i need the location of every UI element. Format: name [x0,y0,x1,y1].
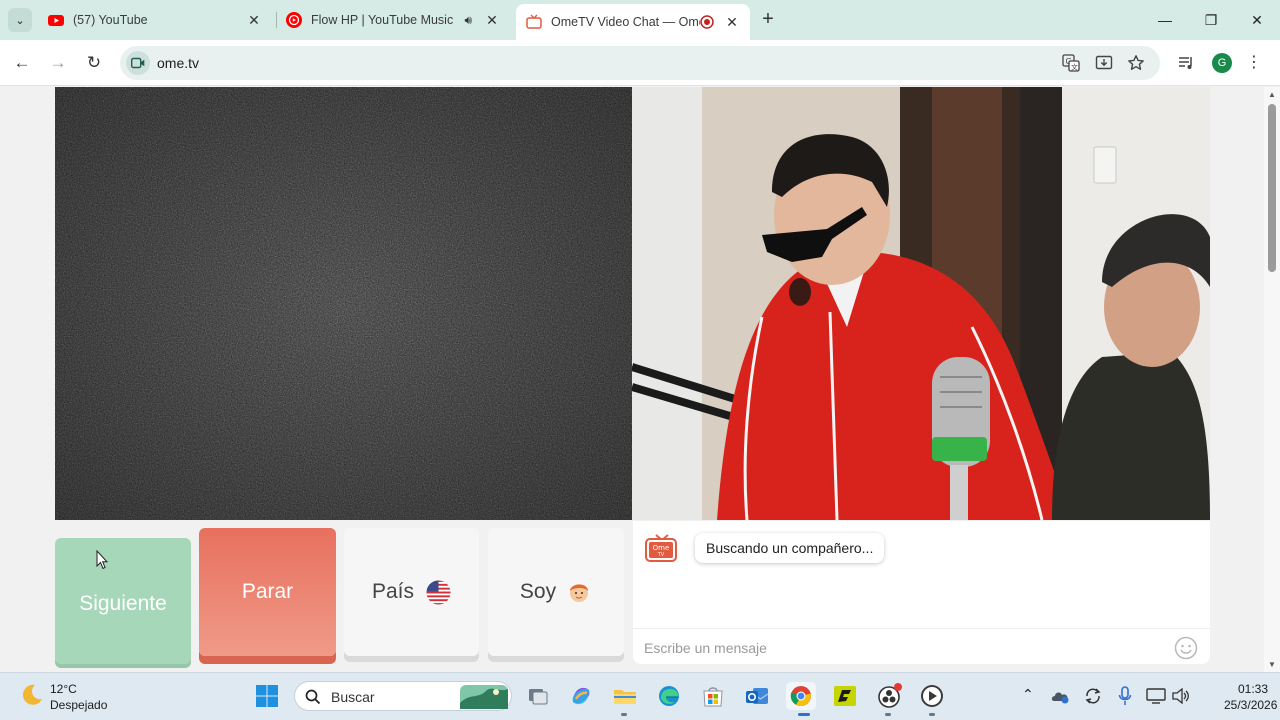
ometv-icon [526,14,542,29]
webcam-image [632,87,1210,520]
reload-icon: ↻ [86,53,102,72]
new-tab-button[interactable]: + [758,8,778,32]
scrollbar-thumb[interactable] [1268,104,1276,272]
file-explorer-icon[interactable] [611,682,639,710]
recording-icon [700,15,714,29]
tab-title: OmeTV Video Chat — Ome [551,15,700,29]
youtube-music-icon [286,12,302,28]
media-player-icon[interactable] [918,682,946,710]
obs-icon[interactable] [875,682,903,710]
volume-icon[interactable] [1172,688,1190,704]
self-camera-video [632,87,1210,520]
close-tab-icon[interactable]: ✕ [246,12,262,29]
tab-ometv[interactable]: OmeTV Video Chat — Ome ✕ [516,4,750,40]
message-input[interactable] [644,637,1164,659]
close-tab-icon[interactable]: ✕ [484,12,500,29]
restore-button[interactable]: ❐ [1188,8,1234,32]
stranger-video [55,87,632,520]
gender-button-label: Soy [519,580,557,603]
chat-status-bubble: Buscando un compañero... [695,533,885,563]
forward-button[interactable]: → [46,51,70,75]
boy-emoji-icon [570,584,589,602]
sync-icon[interactable] [1084,687,1102,705]
tab-search-button[interactable]: ⌄ [8,8,32,32]
microsoft-store-icon[interactable] [699,682,727,710]
gender-button[interactable]: Soy [488,528,624,656]
task-view-icon[interactable] [524,682,552,710]
chrome-icon[interactable] [787,682,815,710]
svg-text:文: 文 [1071,63,1078,72]
player-open-indicator [929,713,935,716]
copilot-icon[interactable] [567,682,595,710]
chrome-active-indicator [798,713,810,716]
weather-widget[interactable]: 12°C Despejado [20,680,160,714]
arrow-right-icon: → [49,53,67,72]
clock-time: 01:33 [1237,682,1268,696]
close-tab-icon[interactable]: ✕ [724,14,740,31]
country-button-label: País [371,580,415,603]
video-camera-icon [131,57,145,69]
network-icon[interactable] [1146,688,1166,704]
close-window-button[interactable]: ✕ [1234,8,1280,32]
tab-youtube[interactable]: (57) YouTube ✕ [38,4,272,36]
reload-button[interactable]: ↻ [82,51,106,75]
translate-icon[interactable]: G文 [1060,52,1082,74]
chat-divider [633,628,1210,629]
tab-youtube-music[interactable]: Flow HP | YouTube Music 🔊︎ ✕ [276,4,510,36]
more-menu-icon[interactable]: ⋮ [1246,52,1262,74]
microphone-icon[interactable] [1118,686,1132,706]
ometv-logo-icon: Ome TV [645,534,677,562]
media-control-icon[interactable] [1175,52,1197,74]
install-app-icon[interactable] [1093,52,1115,74]
svg-text:TV: TV [657,552,665,558]
next-button-label: Siguiente [79,592,167,615]
system-clock[interactable]: 01:33 25/3/2026 [1224,681,1278,713]
clock-date: 25/3/2026 [1224,698,1278,712]
onedrive-icon[interactable] [1050,688,1070,704]
taskbar-search[interactable]: Buscar [294,681,512,711]
minimize-button[interactable]: — [1142,8,1188,32]
profile-avatar[interactable]: G [1212,53,1232,73]
stop-button[interactable]: Parar [199,528,336,656]
scroll-down-arrow-icon[interactable]: ▼ [1268,660,1276,669]
windows-start-icon[interactable] [255,684,279,708]
search-label: Buscar [331,689,375,705]
obs-open-indicator [885,713,891,716]
country-filter-button[interactable]: País [344,528,479,656]
pes-game-icon[interactable] [831,682,859,710]
static-noise-image [55,87,632,520]
site-info-icon[interactable] [126,51,150,75]
moon-icon [22,684,42,705]
bookmark-star-icon[interactable] [1125,52,1147,74]
stop-button-label: Parar [241,580,294,603]
scroll-up-arrow-icon[interactable]: ▲ [1268,90,1276,99]
youtube-icon [48,15,64,26]
us-flag-icon [426,579,451,605]
outlook-icon[interactable] [743,682,771,710]
explorer-open-indicator [621,713,627,716]
speaker-icon[interactable]: 🔊︎ [464,13,472,28]
svg-text:Ome: Ome [653,544,670,552]
weather-temperature: 12°C [50,682,77,696]
search-highlight-image [460,685,508,709]
tab-title: Flow HP | YouTube Music [311,13,454,27]
url-text: ome.tv [157,55,200,71]
tab-title: (57) YouTube [73,13,148,27]
weather-condition: Despejado [50,698,108,712]
search-icon [305,689,321,705]
next-button[interactable]: Siguiente [55,538,191,664]
mouse-cursor-icon [96,550,108,570]
edge-icon[interactable] [655,682,683,710]
address-bar[interactable]: ome.tv [120,46,1160,80]
emoji-picker-icon[interactable] [1174,636,1198,660]
back-button[interactable]: ← [10,51,34,75]
chevron-down-icon: ⌄ [15,14,25,27]
chevron-up-icon[interactable]: ⌃ [1022,686,1034,703]
arrow-left-icon: ← [13,53,31,72]
